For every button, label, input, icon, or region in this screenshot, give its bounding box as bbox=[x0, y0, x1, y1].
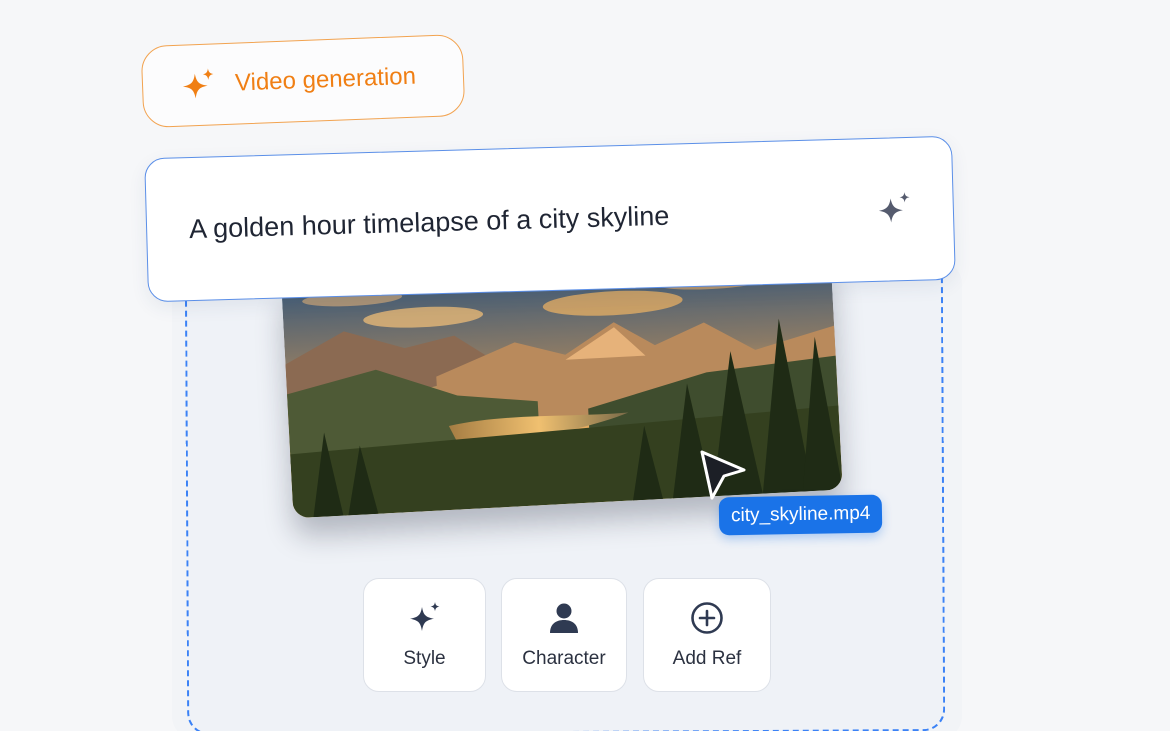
sparkle-icon bbox=[409, 602, 439, 631]
style-label: Style bbox=[403, 648, 446, 669]
canvas: Video generation city_skyline.mp4 A gold… bbox=[0, 0, 1170, 731]
plus-circle-icon bbox=[691, 602, 723, 634]
style-button[interactable]: Style bbox=[363, 578, 486, 692]
pointer-cursor-icon bbox=[700, 450, 746, 500]
prompt-text: A golden hour timelapse of a city skylin… bbox=[188, 200, 670, 244]
prompt-input[interactable]: A golden hour timelapse of a city skylin… bbox=[144, 135, 956, 303]
character-button[interactable]: Character bbox=[501, 578, 627, 692]
sparkle-icon[interactable] bbox=[874, 189, 915, 230]
file-name-tag: city_skyline.mp4 bbox=[718, 494, 883, 536]
video-generation-badge[interactable]: Video generation bbox=[140, 33, 466, 129]
badge-label: Video generation bbox=[234, 62, 417, 97]
add-ref-label: Add Ref bbox=[672, 648, 742, 669]
add-ref-button[interactable]: Add Ref bbox=[643, 578, 771, 692]
character-label: Character bbox=[522, 648, 606, 669]
sparkle-icon bbox=[182, 68, 214, 99]
person-icon bbox=[550, 603, 578, 633]
